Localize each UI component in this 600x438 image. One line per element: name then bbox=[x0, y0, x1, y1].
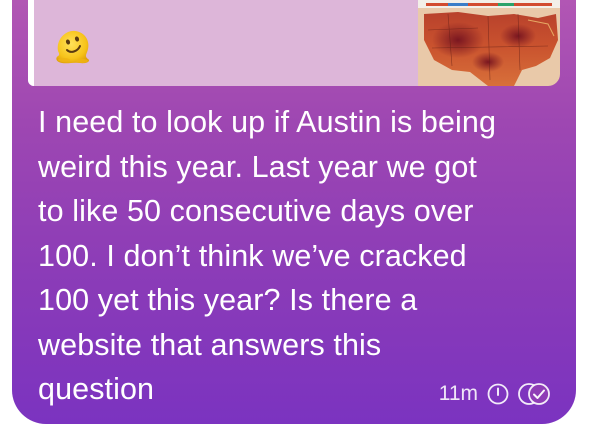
us-heat-map-thumbnail-icon[interactable] bbox=[418, 0, 560, 86]
message-timestamp: 11m bbox=[438, 382, 478, 405]
message-line: website that answers this bbox=[38, 327, 382, 362]
conversation-view: I need to look up if Austin is being wei… bbox=[0, 0, 600, 438]
melting-face-emoji-icon bbox=[54, 27, 92, 65]
message-line: to like 50 consecutive days over bbox=[38, 194, 474, 228]
message-line: question bbox=[38, 372, 155, 406]
message-body: I need to look up if Austin is being wei… bbox=[38, 100, 558, 412]
message-line: weird this year. Last year we got bbox=[38, 149, 477, 184]
message-line: 100. I don’t think we’ve cracked bbox=[38, 238, 467, 273]
read-double-check-icon bbox=[518, 381, 552, 407]
message-meta: 11m bbox=[439, 378, 552, 410]
disappearing-timer-icon bbox=[486, 382, 510, 406]
message-line: 100 yet this year? Is there a bbox=[38, 283, 418, 317]
quote-accent-bar bbox=[28, 0, 34, 86]
message-line: I need to look up if Austin is being bbox=[38, 105, 497, 139]
